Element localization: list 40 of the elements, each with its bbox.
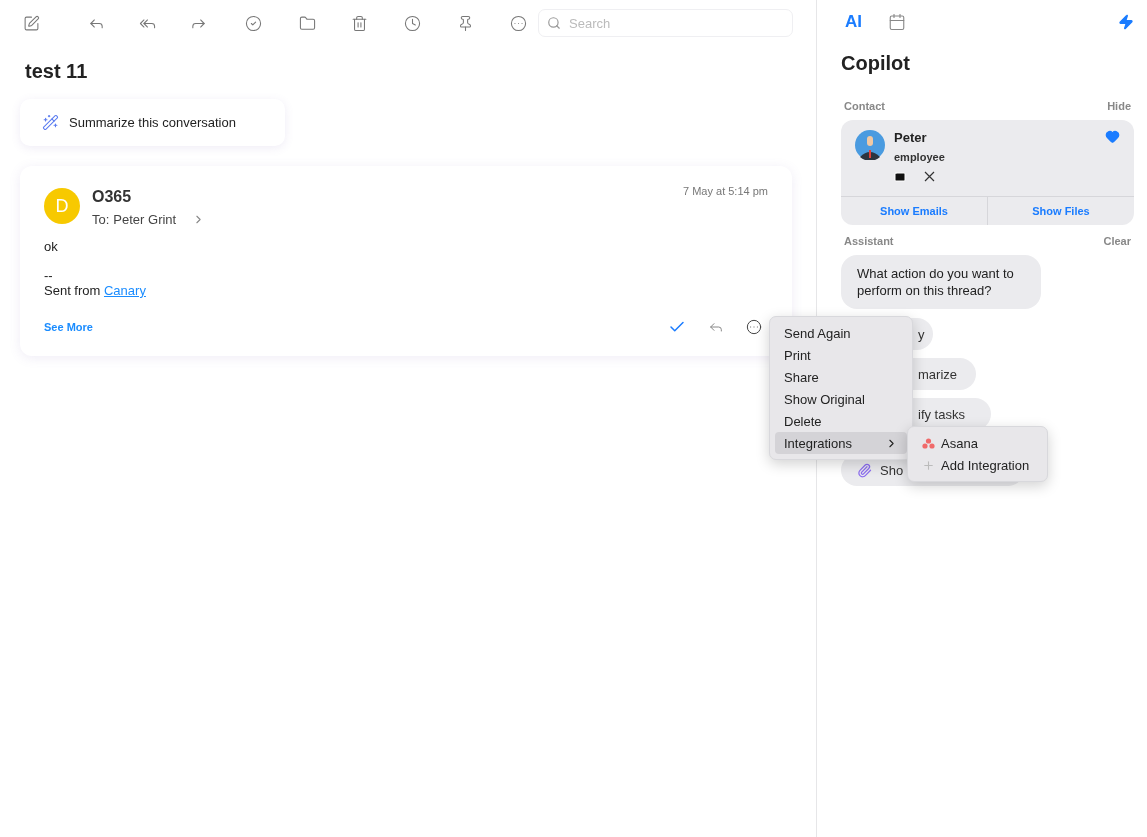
recipient-name: Peter Grint [113, 212, 177, 227]
sender-avatar: D [44, 188, 80, 224]
section-label: Contact [844, 100, 885, 112]
assistant-message: What action do you want to perform on this thread? [841, 255, 1041, 309]
copilot-title: Copilot [841, 52, 911, 75]
three-dots-icon [922, 437, 935, 449]
section-label: Assistant [844, 235, 894, 247]
lightning-icon[interactable] [1118, 14, 1134, 30]
sparkle-wand-icon [42, 114, 59, 131]
menu-item[interactable]: Show Original [775, 388, 907, 410]
summarize-button[interactable]: Summarize this conversation [20, 99, 285, 146]
hide-link[interactable]: Hide [1107, 100, 1131, 112]
clear-link[interactable]: Clear [1103, 235, 1131, 247]
message-date: 7 May at 5:14 pm [683, 185, 768, 197]
menu-item[interactable]: Add Integration [913, 454, 1042, 476]
sender-name: O365 [92, 188, 133, 206]
x-logo-icon[interactable] [924, 171, 935, 182]
avatar-icon [855, 130, 885, 160]
calendar-icon[interactable] [888, 13, 906, 31]
search-field[interactable]: Search [538, 9, 793, 37]
menu-item[interactable]: Share [775, 366, 907, 388]
search-icon [547, 16, 561, 30]
heart-icon[interactable] [1105, 129, 1120, 144]
ai-tab[interactable]: AI [845, 12, 862, 32]
menu-item[interactable]: Send Again [775, 322, 907, 344]
signature-text: Sent from [44, 283, 101, 298]
contact-role: employee [894, 151, 945, 163]
menu-item[interactable]: Asana [913, 432, 1042, 454]
thread-title: test 11 [25, 60, 89, 83]
to-label: To: [92, 212, 110, 227]
menu-item[interactable]: Delete [775, 410, 907, 432]
paperclip-icon [857, 462, 872, 478]
menu-item[interactable]: Integrations [775, 432, 907, 454]
plus-icon [922, 458, 935, 472]
search-input[interactable]: Search [567, 14, 767, 32]
signature-separator: -- [44, 268, 54, 283]
more-icon[interactable] [746, 319, 762, 335]
menu-item[interactable]: Print [775, 344, 907, 366]
message-body: ok [44, 239, 59, 254]
contact-name: Peter [894, 130, 928, 145]
